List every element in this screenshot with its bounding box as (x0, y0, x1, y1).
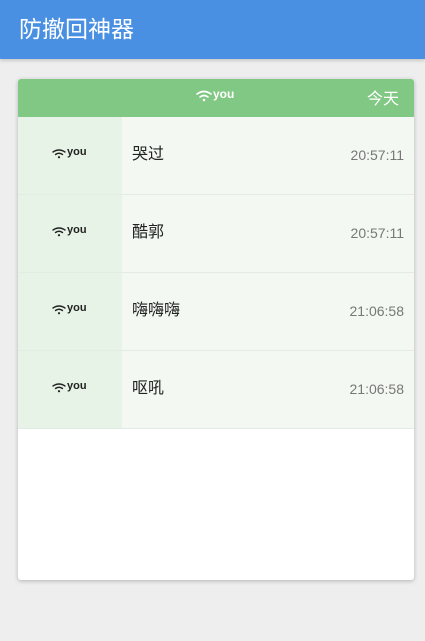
list-item[interactable]: you 呕吼 21:06:58 (18, 351, 414, 429)
wifi-icon (52, 383, 66, 393)
date-label: 今天 (366, 89, 399, 108)
message-time: 21:06:58 (349, 303, 405, 319)
app-title: 防撤回神器 (19, 17, 134, 43)
message-text: 嗨嗨嗨 (132, 300, 181, 319)
sender-badge: you (52, 381, 87, 393)
message-card: you 今天 you 哭过 20:57:11 you 酷郭 20:57:11 y… (18, 79, 414, 580)
wifi-icon (52, 227, 66, 237)
message-time: 20:57:11 (350, 147, 404, 163)
message-text: 酷郭 (132, 222, 165, 241)
sender-badge: you (52, 225, 87, 237)
list-item[interactable]: you 嗨嗨嗨 21:06:58 (18, 273, 414, 351)
list-item[interactable]: you 酷郭 20:57:11 (18, 195, 414, 273)
sender-badge: you (52, 147, 87, 159)
sender-label: you (67, 302, 87, 314)
message-text: 哭过 (132, 144, 165, 163)
header-sender-label: you (213, 87, 235, 101)
sender-cell: you (18, 273, 122, 350)
message-time: 21:06:58 (349, 381, 405, 397)
sender-cell: you (18, 351, 122, 428)
sender-label: you (67, 224, 87, 236)
sender-label: you (67, 146, 87, 158)
card-header: you 今天 (18, 79, 414, 117)
message-list: you 哭过 20:57:11 you 酷郭 20:57:11 you 嗨嗨嗨 … (18, 117, 414, 429)
list-item[interactable]: you 哭过 20:57:11 (18, 117, 414, 195)
app-bar: 防撤回神器 (0, 0, 425, 59)
sender-label: you (67, 380, 87, 392)
wifi-icon (52, 149, 66, 159)
header-sender: you (196, 88, 234, 102)
sender-cell: you (18, 195, 122, 272)
wifi-icon (196, 90, 212, 102)
message-time: 20:57:11 (350, 225, 404, 241)
sender-badge: you (52, 303, 87, 315)
wifi-icon (52, 305, 66, 315)
sender-cell: you (18, 117, 122, 194)
message-text: 呕吼 (132, 378, 165, 397)
